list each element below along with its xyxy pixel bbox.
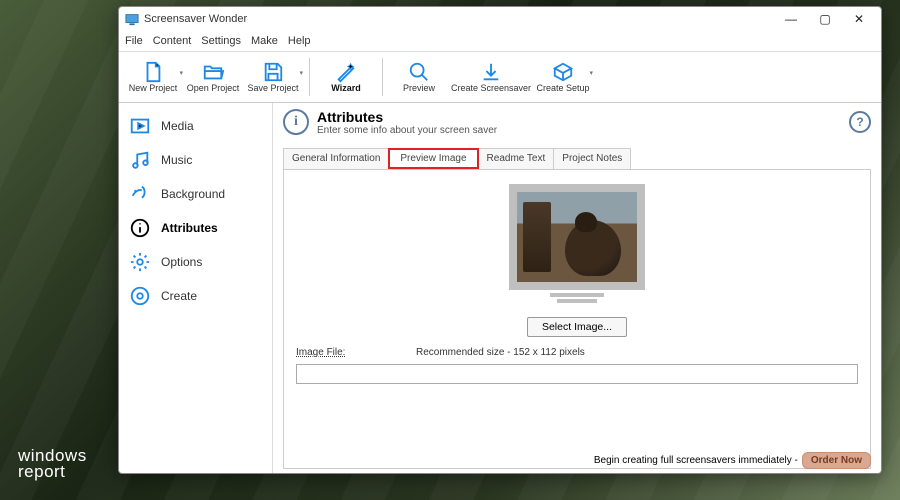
footer-text: Begin creating full screensavers immedia… bbox=[594, 455, 798, 466]
background-icon bbox=[129, 183, 151, 205]
create-screensaver-label: Create Screensaver bbox=[451, 83, 531, 93]
preview-label: Preview bbox=[403, 83, 435, 93]
media-icon bbox=[129, 115, 151, 137]
body: Media Music Background Attributes Option… bbox=[119, 103, 881, 473]
monitor-stand bbox=[550, 293, 604, 297]
disc-icon bbox=[129, 285, 151, 307]
info-icon: i bbox=[283, 109, 309, 135]
menu-make[interactable]: Make bbox=[251, 31, 278, 51]
info-icon bbox=[129, 217, 151, 239]
open-project-label: Open Project bbox=[187, 83, 240, 93]
sidebar-item-label: Music bbox=[161, 153, 192, 167]
sidebar-item-label: Attributes bbox=[161, 221, 218, 235]
help-button[interactable]: ? bbox=[849, 111, 871, 133]
tab-project-notes[interactable]: Project Notes bbox=[553, 148, 631, 169]
sidebar-item-create[interactable]: Create bbox=[119, 279, 272, 313]
tabs: General Information Preview Image Readme… bbox=[283, 148, 871, 169]
new-project-label: New Project bbox=[129, 83, 178, 93]
image-size-hint: Recommended size - 152 x 112 pixels bbox=[416, 347, 585, 358]
toolbar: New Project▾ Open Project Save Project▾ … bbox=[119, 51, 881, 103]
toolbar-divider bbox=[382, 58, 383, 96]
sidebar-item-music[interactable]: Music bbox=[119, 143, 272, 177]
order-now-button[interactable]: Order Now bbox=[802, 452, 871, 469]
preview-button[interactable]: Preview bbox=[391, 53, 447, 101]
preview-monitor bbox=[509, 184, 645, 290]
menu-file[interactable]: File bbox=[125, 31, 143, 51]
menu-help[interactable]: Help bbox=[288, 31, 311, 51]
tab-general-information[interactable]: General Information bbox=[283, 148, 389, 169]
open-project-button[interactable]: Open Project bbox=[185, 53, 241, 101]
sidebar-item-label: Options bbox=[161, 255, 202, 269]
window-controls: — ▢ ✕ bbox=[775, 9, 875, 29]
select-image-button[interactable]: Select Image... bbox=[527, 317, 627, 337]
app-icon bbox=[125, 12, 139, 26]
preview-image bbox=[517, 192, 637, 282]
music-icon bbox=[129, 149, 151, 171]
tab-panel: Select Image... Image File: Recommended … bbox=[283, 169, 871, 469]
sidebar-item-label: Background bbox=[161, 187, 225, 201]
maximize-button[interactable]: ▢ bbox=[809, 9, 841, 29]
wizard-button[interactable]: Wizard bbox=[318, 53, 374, 101]
panel-subtitle: Enter some info about your screen saver bbox=[317, 125, 497, 136]
save-project-button[interactable]: Save Project▾ bbox=[245, 53, 301, 101]
toolbar-divider bbox=[309, 58, 310, 96]
footer: Begin creating full screensavers immedia… bbox=[594, 452, 871, 469]
image-file-input[interactable] bbox=[296, 364, 858, 384]
menu-settings[interactable]: Settings bbox=[201, 31, 241, 51]
dropdown-icon[interactable]: ▾ bbox=[590, 69, 594, 77]
gear-icon bbox=[129, 251, 151, 273]
create-setup-button[interactable]: Create Setup▾ bbox=[535, 53, 591, 101]
create-screensaver-button[interactable]: Create Screensaver bbox=[451, 53, 531, 101]
sidebar-item-attributes[interactable]: Attributes bbox=[119, 211, 272, 245]
monitor-base bbox=[557, 299, 597, 303]
menu-content[interactable]: Content bbox=[153, 31, 192, 51]
tab-readme-text[interactable]: Readme Text bbox=[478, 148, 555, 169]
menubar: File Content Settings Make Help bbox=[119, 31, 881, 51]
sidebar-item-media[interactable]: Media bbox=[119, 109, 272, 143]
dropdown-icon[interactable]: ▾ bbox=[299, 69, 303, 77]
wizard-label: Wizard bbox=[331, 83, 360, 93]
tab-preview-image[interactable]: Preview Image bbox=[388, 148, 478, 169]
watermark-line2: report bbox=[18, 462, 65, 481]
sidebar-item-options[interactable]: Options bbox=[119, 245, 272, 279]
dropdown-icon[interactable]: ▾ bbox=[179, 69, 183, 77]
app-title: Screensaver Wonder bbox=[144, 13, 247, 25]
main-panel: i Attributes Enter some info about your … bbox=[273, 103, 881, 473]
sidebar-item-label: Media bbox=[161, 119, 194, 133]
sidebar: Media Music Background Attributes Option… bbox=[119, 103, 273, 473]
sidebar-item-background[interactable]: Background bbox=[119, 177, 272, 211]
panel-header: i Attributes Enter some info about your … bbox=[283, 109, 871, 136]
close-button[interactable]: ✕ bbox=[843, 9, 875, 29]
titlebar: Screensaver Wonder — ▢ ✕ bbox=[119, 7, 881, 31]
panel-title: Attributes bbox=[317, 109, 497, 125]
minimize-button[interactable]: — bbox=[775, 9, 807, 29]
create-setup-label: Create Setup bbox=[537, 83, 590, 93]
save-project-label: Save Project bbox=[247, 83, 298, 93]
sidebar-item-label: Create bbox=[161, 289, 197, 303]
image-file-label: Image File: bbox=[296, 347, 366, 358]
app-window: Screensaver Wonder — ▢ ✕ File Content Se… bbox=[118, 6, 882, 474]
new-project-button[interactable]: New Project▾ bbox=[125, 53, 181, 101]
image-file-row: Image File: Recommended size - 152 x 112… bbox=[296, 347, 858, 358]
watermark-logo: windows report bbox=[18, 448, 87, 480]
